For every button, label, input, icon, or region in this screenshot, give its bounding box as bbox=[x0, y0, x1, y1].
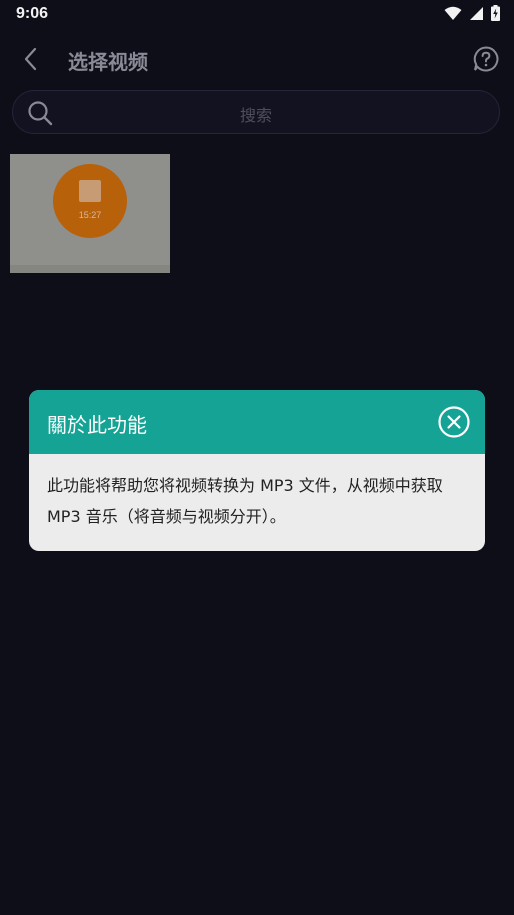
stop-square-icon bbox=[79, 180, 101, 202]
thumbnail-bottom-strip bbox=[10, 265, 170, 273]
battery-charging-icon bbox=[491, 5, 500, 21]
thumbnail-time: 15:27 bbox=[78, 210, 102, 220]
signal-icon bbox=[470, 6, 483, 20]
dialog-title: 關於此功能 bbox=[47, 413, 147, 437]
search-input-placeholder[interactable]: 搜索 bbox=[13, 102, 499, 126]
help-button[interactable] bbox=[472, 45, 500, 73]
about-feature-dialog: 關於此功能 此功能将帮助您将视频转换为 MP3 文件，从视频中获取 MP3 音乐… bbox=[29, 390, 485, 551]
close-circle-icon bbox=[438, 406, 470, 438]
status-time: 9:06 bbox=[16, 5, 49, 22]
dialog-message: 此功能将帮助您将视频转换为 MP3 文件，从视频中获取 MP3 音乐（将音频与视… bbox=[47, 476, 443, 526]
wifi-icon bbox=[444, 6, 462, 20]
back-button[interactable] bbox=[14, 42, 48, 76]
question-bubble-icon bbox=[473, 46, 499, 72]
thumbnail-recorder-circle: 15:27 bbox=[53, 164, 127, 238]
page-title: 选择视频 bbox=[68, 50, 148, 74]
top-app-bar: 选择视频 bbox=[0, 36, 514, 82]
status-icons bbox=[444, 5, 500, 21]
dialog-header: 關於此功能 bbox=[29, 390, 485, 454]
chevron-left-icon bbox=[24, 47, 37, 71]
search-bar[interactable]: 搜索 bbox=[12, 90, 500, 134]
video-thumbnail[interactable]: 15:27 bbox=[10, 154, 170, 273]
status-bar: 9:06 bbox=[0, 0, 514, 30]
screen: 9:06 选择视频 搜索 15:27 關於此功能 此功能将帮助您将视频转换为 M… bbox=[0, 0, 514, 915]
dialog-close-button[interactable] bbox=[438, 406, 470, 438]
